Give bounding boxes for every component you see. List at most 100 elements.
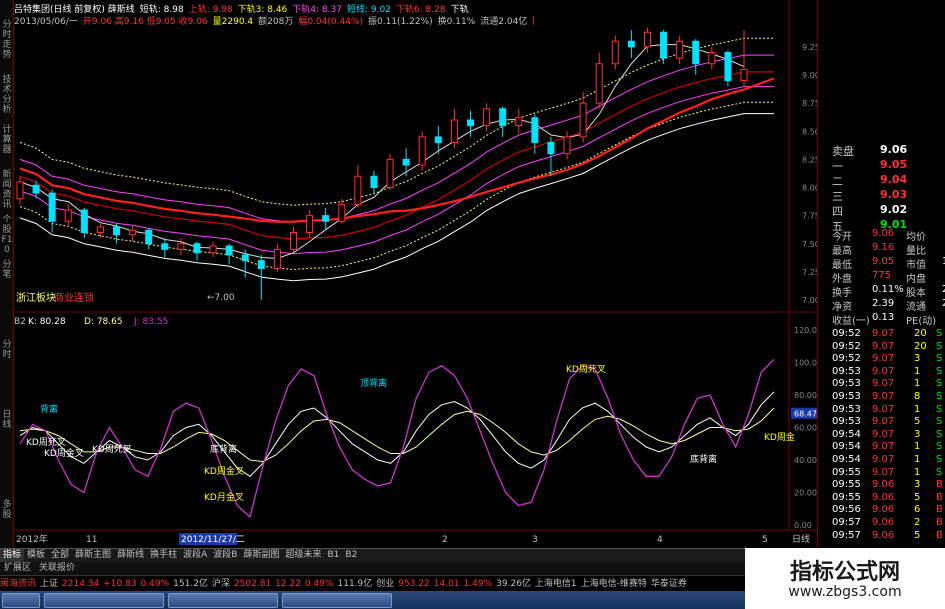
tick-row[interactable]: 09:56 9.06 6 B	[832, 504, 945, 517]
tick-row[interactable]: 09:55 9.06 5 B	[832, 492, 945, 505]
tick-row[interactable]: 09:57 9.06 2 B	[832, 517, 945, 530]
indicator-tab[interactable]: 波段B	[210, 549, 240, 562]
tick-row[interactable]: 09:57 9.06 5 B	[832, 530, 945, 543]
indicator-tab[interactable]: 薛斯主图	[72, 549, 114, 562]
tick-row[interactable]: 09:52 9.07 20 S	[832, 341, 945, 354]
tick-side: B	[936, 491, 943, 503]
indicator-tab[interactable]: 换手柱	[147, 549, 180, 562]
sub-tab[interactable]: 扩展区	[0, 562, 35, 575]
price-tick-label: 8.25	[802, 155, 817, 164]
tick-price: 9.07	[872, 428, 895, 440]
left-tab-item[interactable]: 日线	[1, 410, 13, 430]
low-marker: ←7.00	[207, 293, 235, 303]
taskbar-app-button[interactable]	[282, 593, 392, 608]
tick-row[interactable]: 09:53 9.07 1 S	[832, 378, 945, 391]
candle	[113, 223, 121, 244]
ticker-field: 创业	[376, 579, 395, 589]
indicator-tab[interactable]: 薛斯副图	[240, 549, 282, 562]
tick-row[interactable]: 09:54 9.07 3 S	[832, 429, 945, 442]
ticker-field: 151.2亿	[173, 579, 208, 589]
tick-time: 09:56	[832, 504, 861, 516]
order-level-label: 二	[832, 175, 843, 188]
tick-side: S	[936, 391, 943, 402]
signal-label: KD周死叉	[92, 444, 132, 455]
tick-volume: 3	[914, 479, 921, 491]
taskbar-app-button[interactable]	[44, 593, 164, 608]
indicator-tab[interactable]: 薛斯线	[114, 549, 147, 562]
order-book-row: 三 9.03	[832, 188, 942, 203]
price-tick-label: 7.50	[802, 240, 817, 249]
stat-label: 外盘	[832, 274, 852, 285]
tick-volume: 5	[914, 416, 921, 428]
tick-volume: 3	[914, 428, 921, 440]
candle	[209, 241, 217, 258]
tick-volume: 5	[914, 491, 921, 503]
left-tab-item[interactable]: 分时	[1, 340, 13, 360]
tick-row[interactable]: 09:55 9.06 3 B	[832, 479, 945, 492]
tick-row[interactable]: 09:54 9.07 1 S	[832, 454, 945, 467]
tick-row[interactable]: 09:52 9.07 20 S	[832, 328, 945, 341]
kdj-series	[19, 358, 775, 519]
left-tab-item[interactable]: 分时走势	[1, 20, 13, 60]
stat-value: 9.06	[872, 228, 895, 239]
order-level-label: 卖盘	[832, 145, 854, 158]
tick-price: 9.07	[872, 340, 895, 352]
order-level-label: 四	[832, 205, 843, 218]
tick-row[interactable]: 09:52 9.07 3 S	[832, 353, 945, 366]
start-button[interactable]	[2, 593, 40, 608]
order-level-price: 9.03	[880, 188, 908, 201]
chart-area[interactable]: 9.25 9.00 8.75 8.50 8.25 8.00 7.75 7.50 7.25 7.00…	[14, 0, 817, 548]
tick-side: B	[936, 529, 943, 541]
stat-label: 收益(一)	[832, 316, 870, 327]
left-tab-item[interactable]: 个股F10	[1, 215, 13, 255]
indicator-tab[interactable]: B1	[324, 549, 342, 562]
tick-row[interactable]: 09:54 9.07 1 S	[832, 441, 945, 454]
order-book-row: 四 9.02	[832, 203, 942, 218]
left-tab-item[interactable]: 计算器	[1, 125, 13, 155]
indicator-tab[interactable]: B2	[342, 549, 360, 562]
kdj-j-value: J: 83.55	[133, 317, 168, 327]
date-axis-label: 5	[762, 535, 768, 545]
tick-side: B	[936, 504, 943, 516]
kdj-tick-label: 120.00	[794, 326, 817, 335]
signal-label: 顶背离	[360, 377, 387, 389]
signal-label: KD周金叉	[44, 447, 84, 459]
date-axis-label: 11	[86, 535, 97, 545]
signal-label: 底背离	[210, 443, 237, 455]
left-tab-item[interactable]: 分笔	[1, 260, 13, 280]
left-tab-item[interactable]: 多股	[1, 500, 13, 520]
signal-label: KD月金叉	[204, 491, 244, 503]
order-level-price: 9.06	[880, 143, 908, 156]
left-tab-item[interactable]: 技术分析	[1, 75, 13, 115]
candle	[16, 176, 24, 205]
indicator-tab[interactable]: 波段A	[180, 549, 210, 562]
indicator-tab[interactable]: 模板	[24, 549, 48, 562]
indicator-tab[interactable]: 超级未来	[282, 549, 324, 562]
candle	[193, 241, 201, 261]
signal-label: KD周死叉	[26, 437, 66, 448]
kdj-k-value: K: 80.28	[28, 317, 66, 327]
tick-row[interactable]: 09:55 9.07 1 S	[832, 467, 945, 480]
tick-side: S	[936, 428, 943, 440]
tick-row[interactable]: 09:53 9.07 5 S	[832, 416, 945, 429]
sub-tab[interactable]: 关联报价	[35, 562, 79, 575]
candle	[676, 35, 684, 64]
tick-price: 9.07	[872, 328, 895, 339]
stat-label: 换手	[832, 288, 852, 299]
tick-side: S	[936, 466, 943, 478]
stat-label: PE(动)	[906, 316, 937, 327]
stat-value: 9.16	[872, 242, 895, 253]
tick-row[interactable]: 09:53 9.07 1 S	[832, 404, 945, 417]
tick-time: 09:57	[832, 529, 861, 541]
stat-label: 净资	[832, 302, 852, 313]
tick-row[interactable]: 09:53 9.07 8 S	[832, 391, 945, 404]
short-ma-line	[19, 44, 745, 259]
candle	[692, 39, 700, 75]
tick-row[interactable]: 09:53 9.07 1 S	[832, 366, 945, 379]
taskbar-app-button[interactable]	[168, 593, 278, 608]
price-tick-label: 7.25	[802, 268, 817, 277]
indicator-tab[interactable]: 指标	[0, 549, 25, 562]
tick-price: 9.06	[872, 504, 895, 516]
indicator-tab[interactable]: 全部	[48, 549, 72, 562]
left-tab-item[interactable]: 新闻资讯	[1, 170, 13, 210]
